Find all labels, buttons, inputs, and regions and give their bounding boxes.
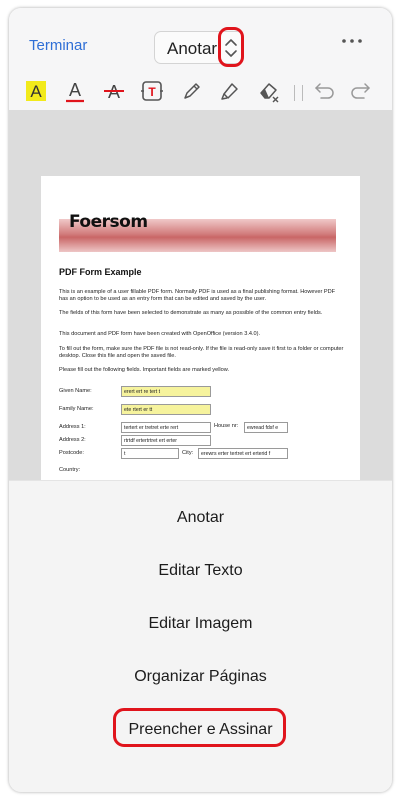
country-label: Country:: [59, 467, 81, 473]
document-logo: Foersom: [69, 212, 148, 232]
document-paragraph: The fields of this form have been select…: [59, 310, 323, 316]
underline-text-icon[interactable]: A: [63, 79, 87, 103]
redo-icon[interactable]: [349, 79, 373, 103]
eraser-icon[interactable]: [257, 79, 281, 103]
document-paragraph: This document and PDF form have been cre…: [59, 331, 261, 337]
app-window: Terminar Anotar A A A: [9, 8, 392, 792]
annotation-toolbar: A A A T: [9, 72, 392, 110]
svg-text:T: T: [148, 85, 156, 99]
family-name-label: Family Name:: [59, 406, 94, 412]
ellipsis-icon[interactable]: [340, 35, 364, 47]
edit-mode-sheet: Anotar Editar Texto Editar Imagem Organi…: [9, 480, 392, 792]
city-label: City:: [182, 450, 194, 456]
text-box-icon[interactable]: T: [140, 79, 164, 103]
mode-label: Anotar: [167, 39, 218, 58]
address2-label: Address 2:: [59, 437, 86, 443]
given-name-label: Given Name:: [59, 388, 92, 394]
document-paragraph: To fill out the form, make sure the PDF …: [59, 346, 344, 359]
highlighter-icon[interactable]: [218, 79, 242, 103]
document-title: PDF Form Example: [59, 267, 142, 277]
done-button[interactable]: Terminar: [29, 37, 87, 54]
sheet-item-editar-texto[interactable]: Editar Texto: [9, 562, 392, 580]
document-paragraph: Please fill out the following fields. Im…: [59, 367, 230, 373]
undo-icon[interactable]: [312, 79, 336, 103]
highlight-text-icon[interactable]: A: [25, 79, 49, 103]
postcode-field[interactable]: t: [121, 448, 179, 459]
sheet-item-editar-imagem[interactable]: Editar Imagem: [9, 615, 392, 633]
document-paragraph: This is an example of a user fillable PD…: [59, 289, 336, 302]
fill-sign-highlight: [113, 708, 286, 747]
given-name-field[interactable]: erert ert re tert t: [121, 386, 211, 397]
pen-icon[interactable]: [180, 79, 204, 103]
family-name-field[interactable]: ete rtert er tt: [121, 404, 211, 415]
city-field[interactable]: erewrs erter tertret ert erterid f: [198, 448, 288, 459]
mode-selector-highlight: [218, 27, 244, 67]
svg-text:A: A: [69, 80, 81, 100]
toolbar-divider: [294, 85, 303, 101]
address1-label: Address 1:: [59, 424, 86, 430]
house-nr-label: House nr:: [214, 423, 239, 429]
address2-field[interactable]: rtrtdf ertertrtret ert erter: [121, 435, 211, 446]
house-nr-field[interactable]: ewread fdsf e: [244, 422, 288, 433]
sheet-item-organizar-paginas[interactable]: Organizar Páginas: [9, 668, 392, 686]
strikethrough-text-icon[interactable]: A: [102, 79, 126, 103]
navigation-bar: Terminar Anotar: [9, 8, 392, 72]
address1-field[interactable]: tertert er tretret erte rert: [121, 422, 211, 433]
postcode-label: Postcode:: [59, 450, 84, 456]
sheet-item-anotar[interactable]: Anotar: [9, 509, 392, 527]
svg-text:A: A: [30, 82, 42, 101]
